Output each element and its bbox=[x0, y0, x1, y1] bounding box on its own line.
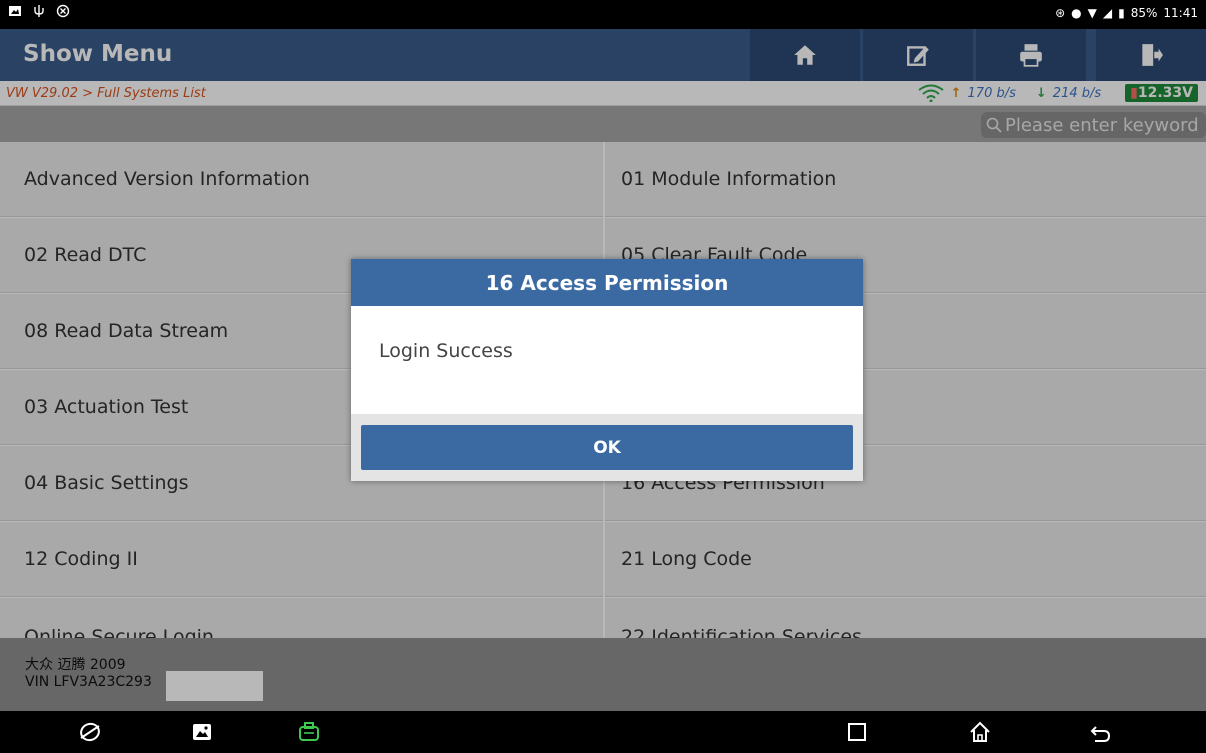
home-outline-icon bbox=[970, 721, 990, 742]
back-button[interactable] bbox=[1086, 719, 1114, 745]
battery-percent: 85% bbox=[1130, 6, 1158, 20]
navigation-bar bbox=[0, 711, 1206, 753]
dnd-icon: ● bbox=[1071, 6, 1082, 20]
bug-icon bbox=[56, 4, 70, 18]
dialog-title: 16 Access Permission bbox=[351, 259, 863, 306]
back-icon bbox=[1090, 726, 1111, 742]
home-nav-button[interactable] bbox=[966, 719, 994, 745]
square-icon bbox=[848, 723, 866, 741]
dialog-footer: OK bbox=[351, 414, 863, 481]
gallery-icon bbox=[193, 724, 211, 740]
wifi-signal-icon: ▼ bbox=[1087, 6, 1097, 20]
vci-button[interactable] bbox=[295, 719, 323, 745]
ok-button[interactable]: OK bbox=[361, 425, 853, 470]
battery-icon: ▮ bbox=[1118, 6, 1125, 20]
browser-icon bbox=[80, 722, 100, 742]
cell-signal-icon: ◢ bbox=[1102, 6, 1113, 20]
bluetooth-icon: ⊛ bbox=[1055, 6, 1066, 20]
usb-icon bbox=[34, 5, 44, 17]
image-notification-icon bbox=[9, 6, 21, 16]
vci-icon bbox=[299, 722, 319, 741]
status-bar: ⊛ ● ▼ ◢ ▮ 85% 11:41 bbox=[0, 0, 1206, 29]
access-permission-dialog: 16 Access Permission Login Success OK bbox=[351, 259, 863, 481]
recent-apps-button[interactable] bbox=[843, 719, 871, 745]
dialog-message: Login Success bbox=[379, 340, 513, 362]
clock: 11:41 bbox=[1163, 6, 1198, 20]
screen: ⊛ ● ▼ ◢ ▮ 85% 11:41 Show Menu VW V29.02 … bbox=[0, 0, 1206, 753]
browser-button[interactable] bbox=[76, 719, 104, 745]
gallery-button[interactable] bbox=[188, 719, 216, 745]
